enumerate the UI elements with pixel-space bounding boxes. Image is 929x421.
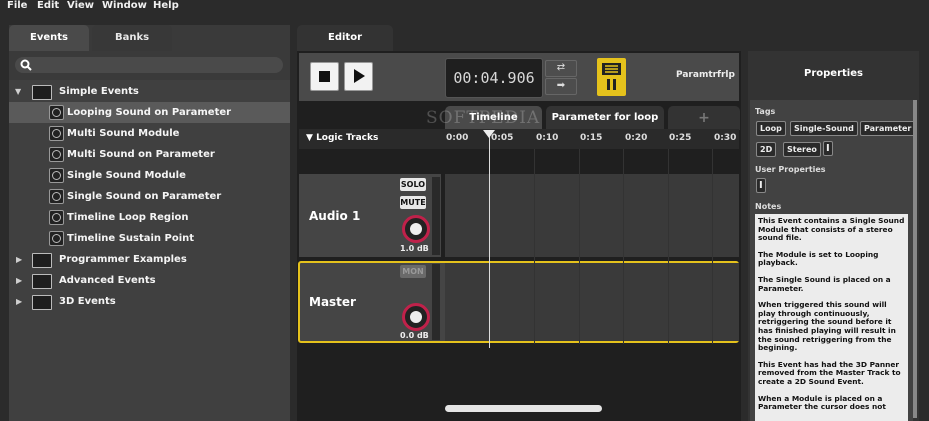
expand-arrow-icon[interactable]: ▼: [15, 81, 21, 102]
tag-chip[interactable]: Loop: [756, 121, 786, 136]
tag-chip[interactable]: Stereo: [783, 142, 821, 157]
notes-paragraph: This Event contains a Single Sound Modul…: [758, 216, 905, 243]
search-input[interactable]: [15, 57, 283, 73]
collapse-arrow-icon: ▼: [306, 133, 313, 143]
ruler-tick: 0:25: [669, 133, 692, 143]
play-button[interactable]: [344, 62, 373, 91]
folder-icon: [32, 274, 52, 289]
tab-parameter-for-loop[interactable]: Parameter for loop: [546, 106, 664, 130]
menu-edit[interactable]: Edit: [37, 0, 59, 12]
tree-folder-simple-events[interactable]: ▼ Simple Events: [9, 81, 290, 102]
playhead[interactable]: [489, 130, 490, 348]
properties-title: Properties: [804, 68, 863, 79]
mon-button[interactable]: MON: [400, 265, 426, 278]
expand-arrow-icon[interactable]: ▶: [16, 291, 22, 312]
playhead-marker-icon[interactable]: [483, 130, 495, 138]
folder-icon: [32, 295, 52, 310]
properties-scrollbar[interactable]: [913, 100, 917, 418]
expand-arrow-icon[interactable]: ▶: [16, 270, 22, 291]
tag-chip[interactable]: Single-Sound: [790, 121, 858, 136]
tree-event-item[interactable]: Single Sound Module: [9, 165, 290, 186]
expand-arrow-icon[interactable]: ▶: [16, 249, 22, 270]
tab-events[interactable]: Events: [9, 25, 89, 51]
event-icon: [49, 231, 64, 246]
volume-knob[interactable]: [402, 303, 430, 331]
follow-button[interactable]: ➡: [545, 78, 577, 95]
notes-paragraph: The Module is set to Looping playback.: [758, 249, 879, 268]
notes-label: Notes: [755, 202, 782, 211]
grid-line: [534, 149, 535, 344]
stop-button[interactable]: [310, 62, 339, 91]
volume-knob[interactable]: [402, 215, 430, 243]
ruler-tick: 0:00: [446, 133, 469, 143]
tag-chip[interactable]: Parameter: [860, 121, 916, 136]
event-icon: [49, 210, 64, 225]
mute-button[interactable]: MUTE: [400, 196, 426, 209]
event-icon: [49, 105, 64, 120]
search-icon: [20, 59, 32, 71]
add-tab-button[interactable]: +: [668, 106, 740, 130]
event-icon: [49, 168, 64, 183]
ruler-tick: 0:10: [536, 133, 559, 143]
event-icon: [49, 126, 64, 141]
menu-file[interactable]: File: [7, 0, 27, 12]
level-meter: [432, 177, 440, 255]
notes-textarea[interactable]: This Event contains a Single Sound Modul…: [755, 214, 908, 421]
add-user-property-text-cursor-icon[interactable]: I: [756, 178, 766, 193]
tree-event-item[interactable]: Timeline Loop Region: [9, 207, 290, 228]
horizontal-scrollbar[interactable]: [445, 405, 602, 412]
folder-icon: [32, 253, 52, 268]
notes-paragraph: When a Module is placed on a Parameter t…: [758, 393, 886, 412]
menu-view[interactable]: View: [67, 0, 94, 12]
tab-editor[interactable]: Editor: [297, 25, 393, 51]
tab-banks[interactable]: Banks: [92, 25, 172, 51]
ruler-tick: 0:15: [580, 133, 603, 143]
ruler-tick: 0:30: [714, 133, 737, 143]
logic-tracks-toggle[interactable]: ▼ Logic Tracks: [306, 133, 378, 143]
tags-label: Tags: [755, 107, 776, 116]
menu-window[interactable]: Window: [102, 0, 147, 12]
tree-event-item[interactable]: Multi Sound on Parameter: [9, 144, 290, 165]
volume-readout: 0.0 dB: [400, 331, 429, 340]
grid-line: [579, 149, 580, 344]
grid-line: [712, 149, 713, 344]
tree-folder-programmer-examples[interactable]: ▶ Programmer Examples: [9, 249, 290, 270]
menu-help[interactable]: Help: [153, 0, 179, 12]
tree-event-item[interactable]: Looping Sound on Parameter: [9, 102, 290, 123]
play-icon: [354, 69, 365, 83]
event-icon: [49, 189, 64, 204]
event-icon: [49, 147, 64, 162]
stop-icon: [319, 71, 330, 82]
watermark: SOFTPEDIA: [426, 108, 541, 128]
notes-paragraph: When triggered this sound will play thro…: [758, 300, 896, 353]
tree-folder-3d-events[interactable]: ▶ 3D Events: [9, 291, 290, 312]
ruler-tick: 0:20: [625, 133, 648, 143]
parameter-label: Paramtrfrlp: [676, 70, 735, 80]
parameter-button[interactable]: [597, 58, 626, 96]
volume-readout: 1.0 dB: [400, 244, 429, 253]
loop-button[interactable]: ⇄: [545, 60, 577, 77]
parameter-list-icon: [602, 63, 621, 90]
tree-event-item[interactable]: Multi Sound Module: [9, 123, 290, 144]
track-name: Master: [309, 295, 356, 309]
track-name: Audio 1: [309, 209, 361, 223]
notes-paragraph: This Event has had the 3D Panner removed…: [758, 359, 901, 386]
grid-line: [668, 149, 669, 344]
tree-event-item[interactable]: Single Sound on Parameter: [9, 186, 290, 207]
loop-icon: ⇄: [556, 62, 566, 73]
solo-button[interactable]: SOLO: [400, 178, 426, 191]
user-properties-label: User Properties: [755, 165, 826, 174]
menu-bar: File Edit View Window Help: [0, 0, 929, 14]
tree-event-item[interactable]: Timeline Sustain Point: [9, 228, 290, 249]
level-meter: [432, 264, 440, 340]
tag-chip[interactable]: 2D: [756, 142, 777, 157]
arrow-right-icon: ➡: [556, 80, 566, 91]
tree-folder-advanced-events[interactable]: ▶ Advanced Events: [9, 270, 290, 291]
notes-paragraph: The Single Sound is placed on a Paramete…: [758, 274, 891, 293]
add-tag-text-cursor-icon[interactable]: I: [823, 141, 833, 156]
grid-line: [623, 149, 624, 344]
timecode-display: 00:04.906: [445, 58, 543, 98]
folder-open-icon: [32, 85, 52, 100]
